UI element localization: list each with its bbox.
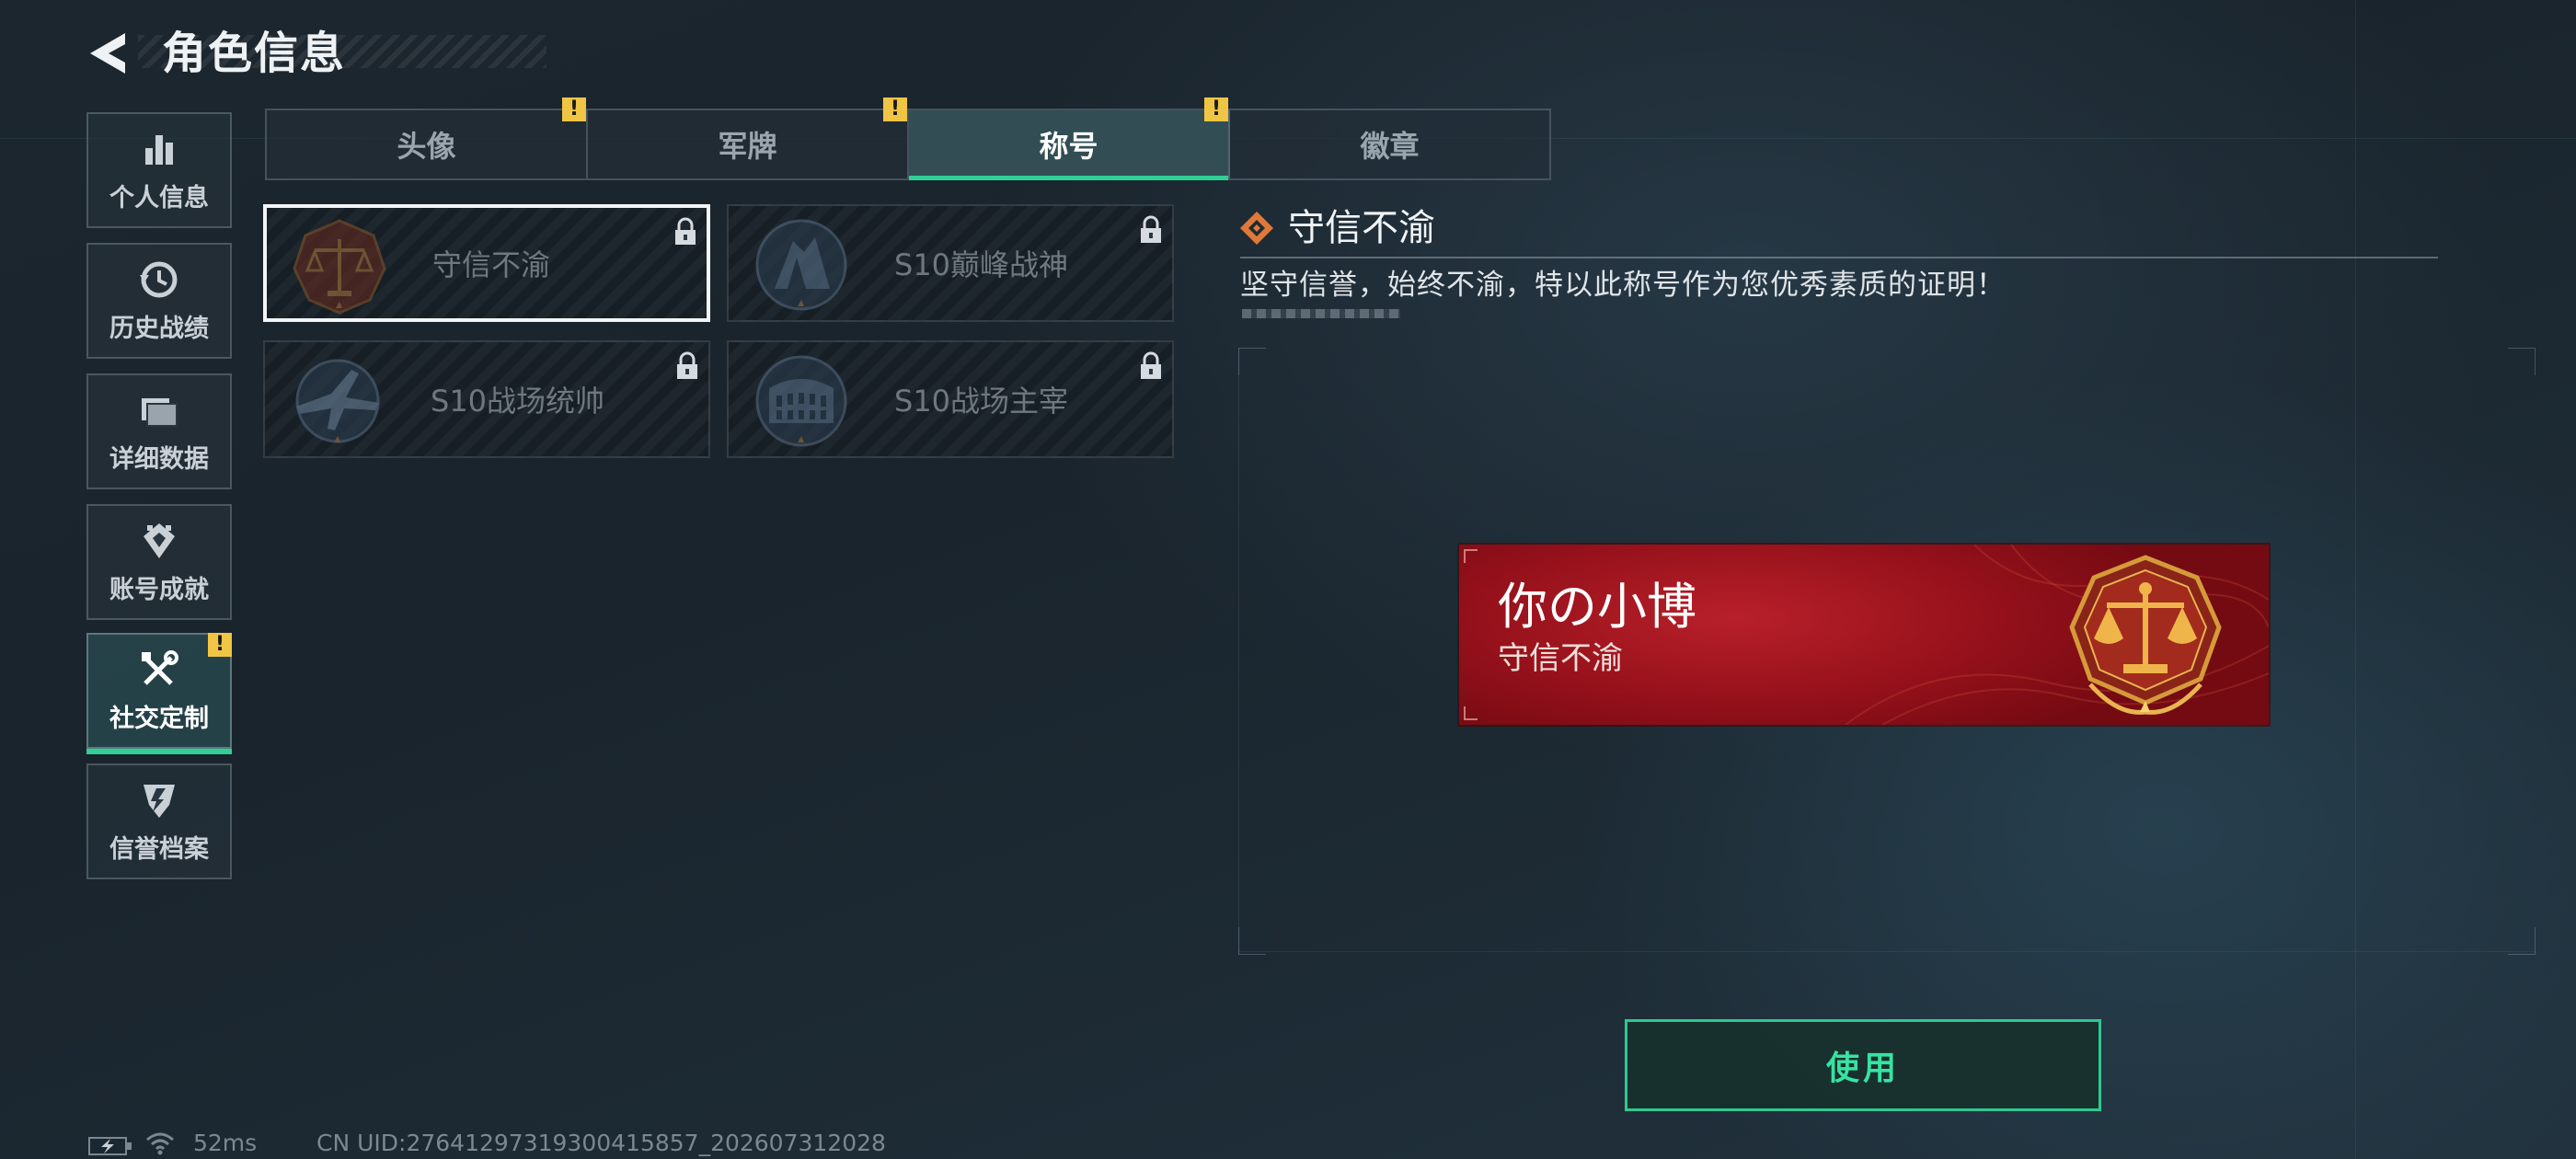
selected-title-name: 守信不渝 (1288, 207, 1435, 249)
achievement-icon (144, 522, 175, 558)
tab-dogtag[interactable]: 军牌 ! (588, 98, 909, 178)
page-title: 角色信息 (162, 28, 347, 79)
sidebar-item-label: 账号成就 (109, 575, 209, 604)
sidebar-item-social-custom[interactable]: 社交定制 ! (86, 633, 232, 754)
scales-emblem-icon (293, 219, 386, 315)
category-tabs: 头像 ! 军牌 ! 称号 ! 徽章 (265, 98, 1551, 180)
bar-chart-icon (145, 134, 173, 165)
battery-charging-icon (88, 1137, 132, 1155)
tab-badge[interactable]: 徽章 (1230, 110, 1549, 178)
aircraft-emblem-icon (295, 359, 380, 443)
sidebar-item-label: 个人信息 (109, 183, 209, 212)
tab-avatar[interactable]: 头像 ! (267, 98, 588, 178)
title-card-s10-peak[interactable]: S10巅峰战神 (727, 204, 1174, 322)
ping-readout: 52ms (193, 1130, 258, 1156)
tab-label: 称号 (1039, 129, 1098, 164)
title-card-label: S10战场主宰 (894, 384, 1069, 419)
tab-label: 头像 (397, 129, 456, 164)
tab-label: 军牌 (718, 129, 777, 164)
title-card-label: S10巅峰战神 (894, 247, 1069, 282)
tools-icon (142, 649, 178, 685)
tab-label: 徽章 (1360, 129, 1420, 164)
lock-icon (1141, 215, 1161, 243)
tab-title[interactable]: 称号 ! (909, 98, 1230, 180)
nameplate-player-name: 你の小博 (1498, 578, 1696, 636)
scales-emblem-icon (2069, 555, 2222, 715)
lock-icon (675, 217, 696, 245)
wifi-icon (146, 1132, 174, 1155)
back-arrow-icon[interactable] (85, 26, 136, 81)
nameplate-title: 守信不渝 (1498, 640, 1623, 677)
colosseum-emblem-icon (755, 355, 847, 447)
title-card-integrity[interactable]: 守信不渝 (263, 204, 710, 322)
detail-subtext-decoration (1242, 309, 1400, 318)
divider (1240, 257, 2438, 258)
sidebar-item-label: 历史战绩 (109, 314, 209, 343)
history-icon (140, 261, 178, 297)
sidebar-item-detailed-data[interactable]: 详细数据 (86, 373, 232, 489)
alert-badge: ! (562, 98, 586, 121)
use-button[interactable]: 使用 (1625, 1019, 2101, 1111)
alert-badge: ! (208, 633, 232, 657)
sidebar-item-label: 社交定制 (109, 704, 209, 733)
selected-title-description: 坚守信誉，始终不渝，特以此称号作为您优秀素质的证明！ (1240, 269, 2006, 302)
sidebar-item-label: 详细数据 (109, 444, 209, 474)
folder-icon (142, 397, 178, 427)
user-uid: CN UID:27641297319300415857_202607312028 (316, 1130, 886, 1156)
lock-icon (677, 351, 697, 379)
sidebar-item-label: 信誉档案 (109, 834, 209, 864)
title-card-s10-commander[interactable]: S10战场统帅 (263, 340, 710, 458)
sidebar-item-credit-record[interactable]: 信誉档案 (86, 763, 232, 879)
title-card-s10-dominator[interactable]: S10战场主宰 (727, 340, 1174, 458)
alert-badge: ! (883, 98, 907, 121)
sidebar-item-achievements[interactable]: 账号成就 (86, 504, 232, 620)
title-card-label: 守信不渝 (432, 247, 551, 282)
sidebar-item-history[interactable]: 历史战绩 (86, 243, 232, 359)
sidebar-item-personal-info[interactable]: 个人信息 (86, 112, 232, 228)
lock-icon (1141, 351, 1161, 379)
nameplate-preview: 你の小博 守信不渝 (1459, 545, 2269, 725)
shield-icon (144, 784, 175, 818)
diamond-icon (1240, 212, 1273, 245)
alert-badge: ! (1204, 98, 1228, 121)
peak-emblem-icon (755, 219, 847, 311)
title-card-label: S10战场统帅 (431, 384, 605, 419)
